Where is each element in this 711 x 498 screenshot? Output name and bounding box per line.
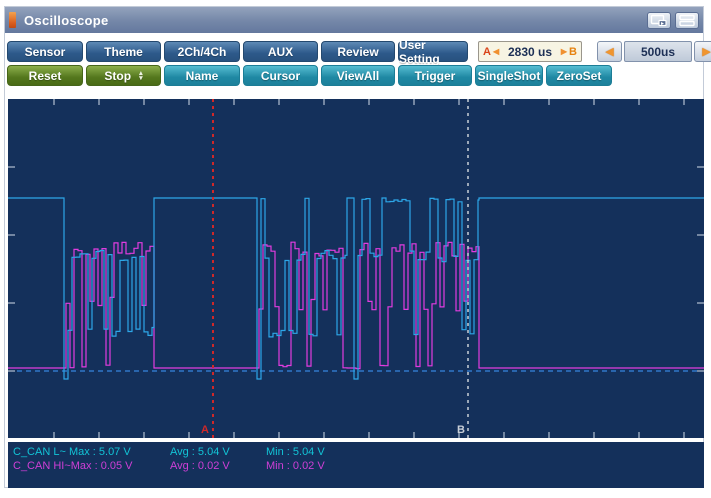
ab-cursor-readout[interactable]: A ◀ 2830 us ▶ B <box>478 41 582 62</box>
cursor-button[interactable]: Cursor <box>243 65 318 86</box>
user-setting-button[interactable]: User Setting <box>398 41 468 62</box>
ab-delta-value: 2830 us <box>501 45 559 59</box>
singleshot-button[interactable]: SingleShot <box>475 65 543 86</box>
button-label: Trigger <box>415 69 456 83</box>
right-arrow-icon: ▶ <box>702 45 710 58</box>
cursor-a-marker: A <box>201 424 209 436</box>
cursor-a-arrow-icon: ◀ <box>491 47 501 56</box>
timebase-value[interactable]: 500us <box>624 41 692 62</box>
button-label: Cursor <box>261 69 300 83</box>
ch1-max-readout: C_CAN L~ Max : 5.07 V <box>13 446 131 458</box>
timebase-control: ◀ 500us ▶ <box>597 41 711 62</box>
window-restore-icon <box>650 14 668 27</box>
button-label: Name <box>186 69 219 83</box>
title-bar: Oscilloscope <box>5 7 703 33</box>
window-restore-button[interactable] <box>647 12 671 29</box>
button-label: 2Ch/4Ch <box>178 45 227 59</box>
ch1-avg-readout: Avg : 5.04 V <box>170 446 230 458</box>
viewall-button[interactable]: ViewAll <box>321 65 395 86</box>
button-label: ViewAll <box>337 69 379 83</box>
ch2-min-readout: Min : 0.02 V <box>266 460 325 472</box>
button-label: Theme <box>104 45 143 59</box>
name-button[interactable]: Name <box>164 65 240 86</box>
timebase-decrease-button[interactable]: ◀ <box>597 41 622 62</box>
cursor-b-label: B <box>569 46 577 58</box>
toolbar-row-1: SensorTheme2Ch/4ChAUXReviewUser Setting … <box>7 41 711 62</box>
ch2-max-readout: C_CAN HI~Max : 0.05 V <box>13 460 133 472</box>
button-label: ZeroSet <box>557 69 602 83</box>
button-label: Sensor <box>25 45 66 59</box>
cursor-b-marker: B <box>457 424 465 436</box>
stop-button[interactable]: Stop ▴▾ <box>86 65 161 86</box>
app-icon <box>9 12 16 28</box>
button-label: User Setting <box>399 38 467 66</box>
button-label: Review <box>337 45 378 59</box>
reset-button[interactable]: Reset <box>7 65 83 86</box>
window-layout-button[interactable] <box>675 12 699 29</box>
trigger-button[interactable]: Trigger <box>398 65 472 86</box>
review-button[interactable]: Review <box>321 41 395 62</box>
ch2-avg-readout: Avg : 0.02 V <box>170 460 230 472</box>
measurement-row-ch2: C_CAN HI~Max : 0.05 V Avg : 0.02 V Min :… <box>8 460 704 474</box>
cursor-a-label: A <box>483 46 491 58</box>
measurement-row-ch1: C_CAN L~ Max : 5.07 V Avg : 5.04 V Min :… <box>8 446 704 460</box>
timebase-increase-button[interactable]: ▶ <box>694 41 711 62</box>
panel-layout-icon <box>678 14 696 27</box>
window-title: Oscilloscope <box>24 13 643 28</box>
measurement-panel: C_CAN L~ Max : 5.07 V Avg : 5.04 V Min :… <box>8 442 704 488</box>
button-label: AUX <box>268 45 293 59</box>
theme-button[interactable]: Theme <box>86 41 161 62</box>
aux-button[interactable]: AUX <box>243 41 318 62</box>
toolbar-row-2: Reset Stop ▴▾ Name Cursor ViewAll Trigger Singl… <box>7 65 612 86</box>
ch1-min-readout: Min : 5.04 V <box>266 446 325 458</box>
button-label: SingleShot <box>478 69 541 83</box>
waveform-display[interactable]: AB <box>8 99 704 438</box>
oscilloscope-window: Oscilloscope Sensor Theme 2Ch/4Ch AUX Review… <box>4 6 704 488</box>
button-label: Stop <box>104 69 131 83</box>
button-label: Reset <box>29 69 62 83</box>
cursor-b-arrow-icon: ▶ <box>559 47 569 56</box>
trace-c-can-l <box>8 198 704 379</box>
spinner-arrows-icon: ▴▾ <box>139 71 143 81</box>
left-arrow-icon: ◀ <box>605 45 613 58</box>
2ch-4ch-button[interactable]: 2Ch/4Ch <box>164 41 240 62</box>
zeroset-button[interactable]: ZeroSet <box>546 65 612 86</box>
sensor-button[interactable]: Sensor <box>7 41 83 62</box>
